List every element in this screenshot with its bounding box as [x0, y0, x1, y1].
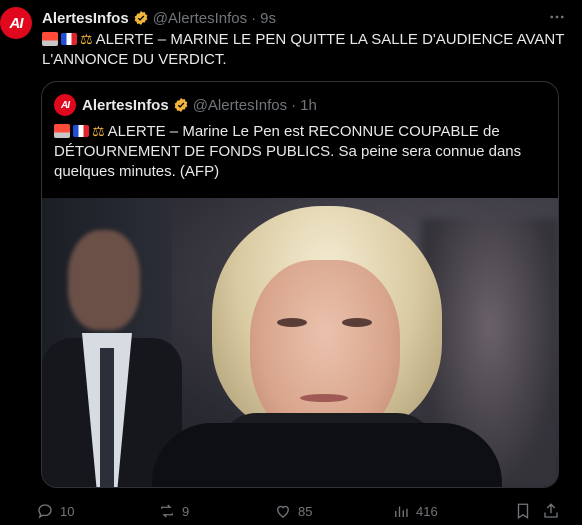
quote-timestamp: 1h [300, 96, 317, 114]
share-icon [544, 503, 558, 518]
reply-count: 10 [60, 503, 75, 519]
verified-badge-icon [134, 11, 148, 25]
separator-dot: · [291, 96, 297, 114]
separator-dot: · [251, 9, 257, 27]
like-button[interactable]: 85 [274, 500, 312, 522]
author-handle[interactable]: @AlertesInfos [153, 10, 247, 27]
quote-text: ALERTE – Marine Le Pen est RECONNUE COUP… [54, 123, 522, 180]
quote-author-avatar: AI [54, 94, 76, 116]
siren-emoji [54, 124, 70, 138]
tweet-text: ALERTE – MARINE LE PEN QUITTE LA SALLE D… [42, 31, 565, 68]
subject-left-eye [277, 318, 307, 327]
background-person-head [68, 230, 140, 330]
subject-coat [152, 423, 502, 487]
tweet-timestamp[interactable]: 9s [260, 10, 276, 27]
quote-text-block: ⚖ ALERTE – Marine Le Pen est RECONNUE COU… [54, 121, 544, 182]
scales-emoji: ⚖ [92, 123, 105, 139]
views-icon [395, 506, 408, 517]
repost-count: 9 [182, 503, 190, 519]
alertesinfos-logo: AI [9, 14, 24, 32]
like-icon [277, 505, 289, 518]
verified-badge-icon [174, 98, 188, 112]
bookmark-button[interactable] [514, 500, 532, 522]
author-name[interactable]: AlertesInfos [42, 10, 129, 27]
repost-button[interactable]: 9 [158, 500, 189, 522]
france-flag-emoji [73, 125, 89, 137]
author-avatar[interactable]: AI [0, 7, 32, 39]
france-flag-emoji [61, 33, 77, 45]
tweet-text-block: ⚖ ALERTE – MARINE LE PEN QUITTE LA SALLE … [42, 29, 572, 70]
share-button[interactable] [542, 500, 560, 522]
background-person-tie [100, 348, 114, 487]
subject-mouth [300, 394, 348, 402]
reply-icon [38, 504, 52, 519]
more-icon[interactable] [546, 6, 568, 28]
quote-header: AI AlertesInfos @AlertesInfos · 1h [54, 94, 317, 116]
subject-right-eye [342, 318, 372, 327]
reply-button[interactable]: 10 [36, 500, 74, 522]
siren-emoji [42, 32, 58, 46]
tweet[interactable]: AI AlertesInfos @AlertesInfos · 9s ⚖ ALER… [0, 0, 582, 525]
bookmark-icon [517, 503, 529, 520]
action-bar: 10 9 85 416 [36, 500, 566, 522]
scales-emoji: ⚖ [80, 31, 93, 47]
alertesinfos-logo: AI [61, 99, 70, 111]
quoted-tweet[interactable]: AI AlertesInfos @AlertesInfos · 1h ⚖ ALER… [41, 81, 559, 488]
views-count: 416 [416, 503, 438, 519]
like-count: 85 [298, 503, 313, 519]
tweet-header: AlertesInfos @AlertesInfos · 9s [42, 8, 570, 28]
quote-photo[interactable] [42, 198, 558, 487]
repost-icon [161, 504, 173, 518]
quote-author-handle: @AlertesInfos [192, 96, 288, 114]
quote-author-name: AlertesInfos [82, 96, 169, 114]
views-button[interactable]: 416 [392, 500, 438, 522]
